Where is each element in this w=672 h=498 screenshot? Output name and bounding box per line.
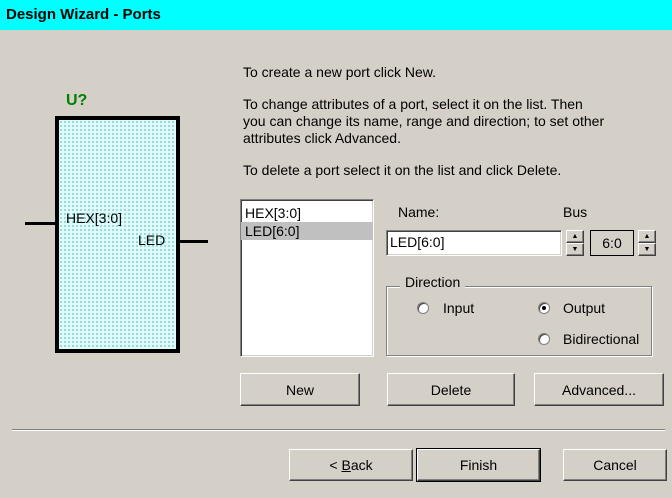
direction-legend: Direction bbox=[400, 274, 466, 290]
bus-label: Bus bbox=[563, 204, 588, 220]
instruction-change-2: you can change its name, range and direc… bbox=[243, 113, 605, 129]
bus-spinner-right[interactable]: ▲ ▼ bbox=[638, 230, 656, 256]
name-input[interactable]: LED[6:0] bbox=[386, 230, 562, 256]
back-prefix: < bbox=[329, 457, 342, 473]
name-label: Name: bbox=[398, 204, 440, 220]
port-list-item[interactable]: HEX[3:0] bbox=[241, 204, 373, 222]
spin-up-icon[interactable]: ▲ bbox=[566, 230, 584, 243]
spin-up-icon[interactable]: ▲ bbox=[638, 230, 656, 243]
instruction-change-3: attributes click Advanced. bbox=[243, 130, 401, 146]
spin-down-icon[interactable]: ▼ bbox=[566, 243, 584, 256]
separator bbox=[12, 429, 665, 431]
radio-output[interactable] bbox=[538, 302, 550, 314]
port-list-item-selected[interactable]: LED[6:0] bbox=[241, 222, 373, 240]
input-pin-label: HEX[3:0] bbox=[66, 210, 123, 226]
radio-selected-dot-icon bbox=[542, 306, 546, 310]
new-button[interactable]: New bbox=[240, 373, 360, 406]
radio-output-label[interactable]: Output bbox=[563, 300, 605, 316]
instruction-delete: To delete a port select it on the list a… bbox=[243, 162, 562, 178]
radio-bidirectional[interactable] bbox=[538, 333, 550, 345]
back-rest: ack bbox=[350, 457, 373, 473]
radio-input-label[interactable]: Input bbox=[443, 300, 474, 316]
window-title: Design Wizard - Ports bbox=[6, 6, 161, 23]
radio-input[interactable] bbox=[417, 302, 429, 314]
finish-button[interactable]: Finish bbox=[416, 448, 541, 482]
input-pin-line bbox=[25, 222, 57, 225]
delete-button[interactable]: Delete bbox=[387, 373, 515, 406]
bus-range-field[interactable]: 6:0 bbox=[590, 230, 634, 256]
symbol-ref-label: U? bbox=[66, 92, 88, 109]
back-button[interactable]: < Back bbox=[289, 449, 413, 481]
spin-down-icon[interactable]: ▼ bbox=[638, 243, 656, 256]
instruction-new: To create a new port click New. bbox=[243, 64, 436, 80]
cancel-button[interactable]: Cancel bbox=[563, 449, 667, 481]
ports-listbox[interactable]: HEX[3:0] LED[6:0] bbox=[240, 199, 374, 357]
back-accel: B bbox=[341, 457, 351, 473]
instruction-change-1: To change attributes of a port, select i… bbox=[243, 96, 583, 112]
output-pin-line bbox=[178, 240, 208, 243]
advanced-button[interactable]: Advanced... bbox=[534, 373, 664, 406]
bus-spinner-left[interactable]: ▲ ▼ bbox=[566, 230, 584, 256]
output-pin-label: LED bbox=[138, 232, 166, 248]
radio-bidirectional-label[interactable]: Bidirectional bbox=[563, 331, 639, 347]
